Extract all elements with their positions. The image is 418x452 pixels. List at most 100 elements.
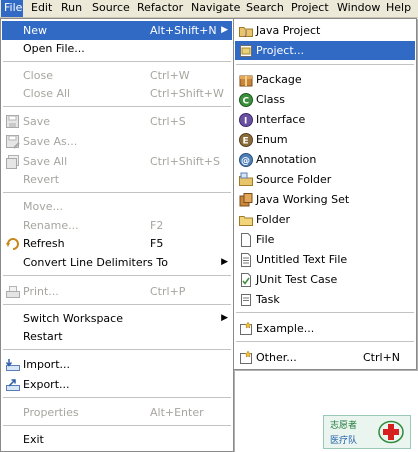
menu-item-source-folder[interactable]: Source Folder (235, 170, 415, 189)
menu-item-print[interactable]: Print... Ctrl+P (2, 282, 232, 301)
menu-item-label: Project... (256, 44, 305, 57)
menu-run[interactable]: Run (61, 0, 82, 17)
menu-separator (3, 275, 231, 276)
wizard-icon (238, 350, 254, 366)
menu-item-label: Task (256, 293, 280, 306)
save-as-icon (5, 134, 21, 150)
menu-separator (3, 425, 231, 426)
menu-item-untitled-text-file[interactable]: Untitled Text File (235, 250, 415, 269)
menu-item-project[interactable]: Project... (235, 41, 415, 60)
menu-item-junit-test-case[interactable]: JUnit Test Case (235, 270, 415, 289)
menu-bar: File Edit Run Source Refactor Navigate S… (0, 0, 418, 18)
logo-text-line2: 医疗队 (330, 436, 358, 446)
menu-item-label: Source Folder (256, 173, 332, 186)
menu-source[interactable]: Source (92, 0, 130, 17)
menu-item-save-as[interactable]: Save As... (2, 132, 232, 151)
file-menu: New Alt+Shift+N ▶ Open File... Close Ctr… (0, 18, 234, 452)
menu-item-switch-workspace[interactable]: Switch Workspace ▶ (2, 309, 232, 328)
menu-item-rename[interactable]: Rename... F2 (2, 216, 232, 235)
logo-text-line1: 志愿者 (330, 421, 358, 431)
menu-item-properties[interactable]: Properties Alt+Enter (2, 403, 232, 422)
java-project-icon: J (238, 23, 254, 39)
menu-refactor[interactable]: Refactor (137, 0, 183, 17)
menu-item-label: Convert Line Delimiters To (23, 256, 168, 269)
menu-item-export[interactable]: Export... (2, 375, 232, 394)
menu-item-annotation[interactable]: @ Annotation (235, 150, 415, 169)
menu-item-class[interactable]: C Class (235, 90, 415, 109)
enum-icon: E (238, 132, 254, 148)
menu-item-save[interactable]: Save Ctrl+S (2, 112, 232, 131)
menu-item-close[interactable]: Close Ctrl+W (2, 66, 232, 85)
menu-item-java-project[interactable]: J Java Project (235, 21, 415, 40)
menu-edit[interactable]: Edit (31, 0, 52, 17)
interface-icon: I (238, 112, 254, 128)
submenu-arrow-icon: ▶ (221, 25, 228, 35)
menu-item-shortcut: Alt+Enter (150, 406, 204, 419)
menu-separator (236, 312, 414, 313)
menu-item-move[interactable]: Move... (2, 197, 232, 216)
menu-item-label: Close All (23, 87, 71, 100)
menu-search[interactable]: Search (246, 0, 284, 17)
watermark-logo: 志愿者 医疗队 (323, 415, 411, 449)
menu-item-convert-line-delimiters[interactable]: Convert Line Delimiters To ▶ (2, 253, 232, 272)
menu-navigate[interactable]: Navigate (191, 0, 240, 17)
annotation-icon: @ (238, 152, 254, 168)
menu-item-other[interactable]: Other... Ctrl+N (235, 348, 415, 367)
menu-project[interactable]: Project (291, 0, 329, 17)
menu-item-label: Open File... (23, 42, 85, 55)
task-icon (238, 292, 254, 308)
file-icon (238, 232, 254, 248)
svg-text:E: E (243, 137, 249, 147)
menu-separator (3, 349, 231, 350)
menu-separator (236, 64, 414, 65)
menu-help[interactable]: Help (386, 0, 411, 17)
menu-item-shortcut: F2 (150, 219, 164, 232)
menu-item-save-all[interactable]: Save All Ctrl+Shift+S (2, 152, 232, 171)
menu-item-refresh[interactable]: Refresh F5 (2, 234, 232, 253)
package-icon (238, 72, 254, 88)
submenu-arrow-icon: ▶ (221, 313, 228, 323)
menu-window[interactable]: Window (337, 0, 380, 17)
menu-item-label: Refresh (23, 237, 65, 250)
submenu-arrow-icon: ▶ (221, 257, 228, 267)
menu-item-label: Package (256, 73, 302, 86)
menu-item-task[interactable]: Task (235, 290, 415, 309)
menu-separator (3, 304, 231, 305)
menu-item-example[interactable]: Example... (235, 319, 415, 338)
project-icon (238, 43, 254, 59)
junit-icon (238, 272, 254, 288)
menu-item-revert[interactable]: Revert (2, 170, 232, 189)
menu-item-java-working-set[interactable]: Java Working Set (235, 190, 415, 209)
print-icon (5, 284, 21, 300)
menu-item-file[interactable]: File (235, 230, 415, 249)
menu-item-label: JUnit Test Case (256, 273, 338, 286)
menu-separator (236, 341, 414, 342)
menu-item-shortcut: Ctrl+Shift+W (150, 87, 224, 100)
menu-item-shortcut: Ctrl+W (150, 69, 190, 82)
menu-item-label: New (23, 24, 47, 37)
menu-item-import[interactable]: Import... (2, 355, 232, 374)
menu-item-shortcut: Alt+Shift+N (150, 24, 217, 37)
menu-item-label: Java Project (256, 24, 321, 37)
menu-item-label: Export... (23, 378, 70, 391)
menu-item-label: Print... (23, 285, 59, 298)
red-cross-icon (378, 420, 404, 444)
menu-item-restart[interactable]: Restart (2, 327, 232, 346)
menu-item-package[interactable]: Package (235, 70, 415, 89)
menu-file[interactable]: File (1, 0, 23, 17)
menu-item-label: Save (23, 115, 51, 128)
menu-item-open-file[interactable]: Open File... (2, 39, 232, 58)
menu-item-exit[interactable]: Exit (2, 430, 232, 449)
java-working-set-icon (238, 192, 254, 208)
menu-separator (3, 192, 231, 193)
menu-item-folder[interactable]: Folder (235, 210, 415, 229)
menu-item-label: Folder (256, 213, 290, 226)
menu-item-label: Save As... (23, 135, 78, 148)
class-icon: C (238, 92, 254, 108)
menu-item-close-all[interactable]: Close All Ctrl+Shift+W (2, 84, 232, 103)
import-icon (5, 357, 21, 373)
menu-item-enum[interactable]: E Enum (235, 130, 415, 149)
menu-item-interface[interactable]: I Interface (235, 110, 415, 129)
menu-item-new[interactable]: New Alt+Shift+N ▶ (2, 21, 232, 40)
menu-item-label: Import... (23, 358, 70, 371)
